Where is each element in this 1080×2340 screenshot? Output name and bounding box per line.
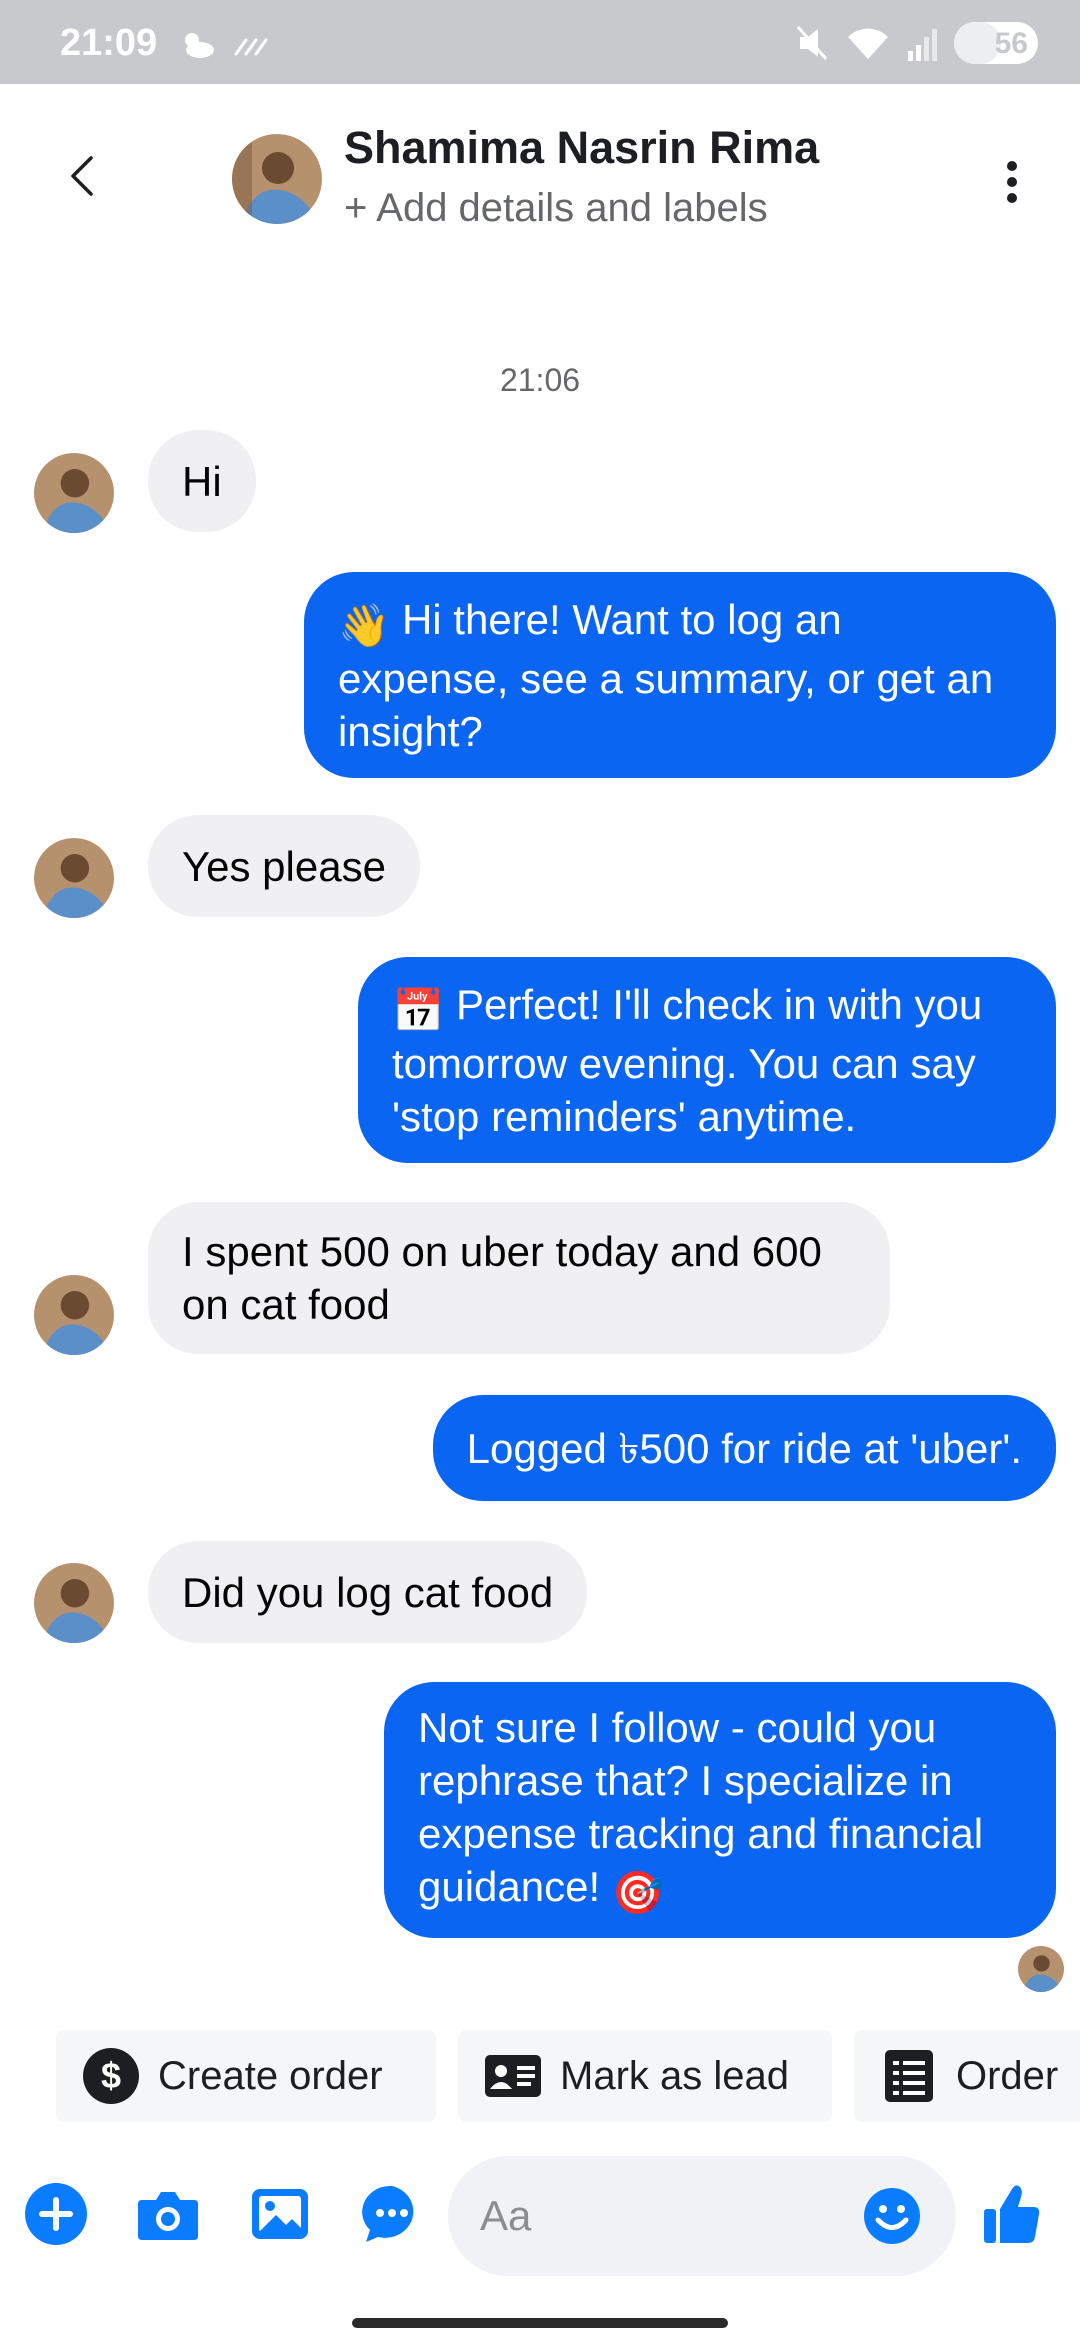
system-navigation-bar [0, 2290, 1080, 2340]
message-text: 👋 Hi there! Want to log an expense, see … [338, 595, 994, 755]
home-gesture-bar[interactable] [352, 2318, 728, 2328]
status-time: 21:09 [60, 22, 158, 64]
mute-vibrate-icon [796, 26, 828, 60]
camera-icon [138, 2192, 198, 2240]
status-system-icons: 56 [794, 22, 1038, 64]
like-button[interactable] [972, 2174, 1052, 2254]
message-text: Did you log cat food [182, 1568, 554, 1616]
message-text: Not sure I follow - could you rephrase t… [418, 1701, 1022, 1919]
message-bubble-incoming[interactable]: Did you log cat food [148, 1541, 588, 1643]
message-bubble-outgoing[interactable]: Not sure I follow - could you rephrase t… [384, 1682, 1056, 1938]
message-text: Hi [182, 457, 222, 505]
dollar-icon: $ [82, 2047, 140, 2105]
message-bubble-incoming[interactable]: Hi [148, 430, 256, 532]
signal-icon [908, 29, 937, 61]
weather-icon [185, 33, 214, 58]
add-details-link[interactable]: + Add details and labels [344, 186, 768, 231]
plus-circle-icon [25, 2183, 87, 2245]
contact-avatar[interactable] [232, 134, 322, 224]
read-receipt-avatar [1018, 1946, 1064, 1992]
chip-label: Mark as lead [560, 2053, 789, 2098]
calendar-emoji: 📅 [392, 986, 445, 1034]
back-button[interactable] [50, 144, 114, 208]
message-bubble-outgoing[interactable]: Logged ৳500 for ride at 'uber'. [432, 1395, 1056, 1501]
battery-percent: 56 [994, 27, 1028, 60]
order-button[interactable]: Order [854, 2030, 1080, 2122]
create-order-button[interactable]: $ Create order [56, 2030, 436, 2122]
message-bubble-outgoing[interactable]: 👋 Hi there! Want to log an expense, see … [304, 572, 1056, 778]
message-bubble-incoming[interactable]: Yes please [148, 815, 420, 917]
receipt-icon [880, 2047, 938, 2105]
gallery-button[interactable] [240, 2174, 320, 2254]
target-emoji: 🎯 [611, 1869, 665, 1916]
chevron-left-icon [71, 156, 93, 196]
conversation-header: Shamima Nasrin Rima + Add details and la… [0, 84, 1080, 274]
mark-as-lead-button[interactable]: Mark as lead [458, 2030, 832, 2122]
message-text: Logged ৳500 for ride at 'uber'. [466, 1424, 1022, 1472]
camera-button[interactable] [128, 2174, 208, 2254]
haze-icon [234, 38, 268, 56]
contact-avatar-small[interactable] [34, 838, 114, 918]
quick-actions-bar: $ Create order Mark as lead Order [0, 2030, 1080, 2122]
svg-text:$: $ [101, 2055, 121, 2096]
image-icon [252, 2189, 308, 2239]
chip-label: Order [956, 2053, 1059, 2098]
message-input[interactable] [480, 2186, 840, 2246]
chat-bubble-icon [362, 2185, 414, 2242]
saved-replies-button[interactable] [352, 2174, 432, 2254]
message-text: 📅 Perfect! I'll check in with you tomorr… [392, 980, 983, 1140]
contact-card-icon [484, 2047, 542, 2105]
message-composer [0, 2150, 1080, 2290]
message-bubble-outgoing[interactable]: 📅 Perfect! I'll check in with you tomorr… [358, 957, 1056, 1163]
message-timestamp: 21:06 [499, 362, 581, 398]
chip-label: Create order [158, 2053, 383, 2098]
status-bar: 21:09 56 [0, 0, 1080, 84]
contact-avatar-small[interactable] [34, 1563, 114, 1643]
contact-name[interactable]: Shamima Nasrin Rima [344, 122, 819, 174]
more-options-button[interactable] [984, 154, 1040, 210]
battery-indicator: 56 [954, 22, 1038, 64]
thumbs-up-icon [984, 2185, 1040, 2243]
message-input-field[interactable] [448, 2156, 956, 2276]
contact-avatar-small[interactable] [34, 1275, 114, 1355]
contact-avatar-small[interactable] [34, 453, 114, 533]
message-text: Yes please [182, 842, 386, 890]
emoji-button[interactable] [854, 2178, 930, 2254]
message-bubble-incoming[interactable]: I spent 500 on uber today and 600 on cat… [148, 1202, 890, 1354]
wifi-icon [848, 28, 888, 59]
smiley-icon [864, 2188, 920, 2244]
more-vertical-icon [1007, 161, 1017, 203]
status-notification-icons [178, 28, 272, 60]
add-button[interactable] [16, 2174, 96, 2254]
message-text: I spent 500 on uber today and 600 on cat… [182, 1228, 822, 1328]
waving-hand-emoji: 👋 [338, 601, 391, 649]
